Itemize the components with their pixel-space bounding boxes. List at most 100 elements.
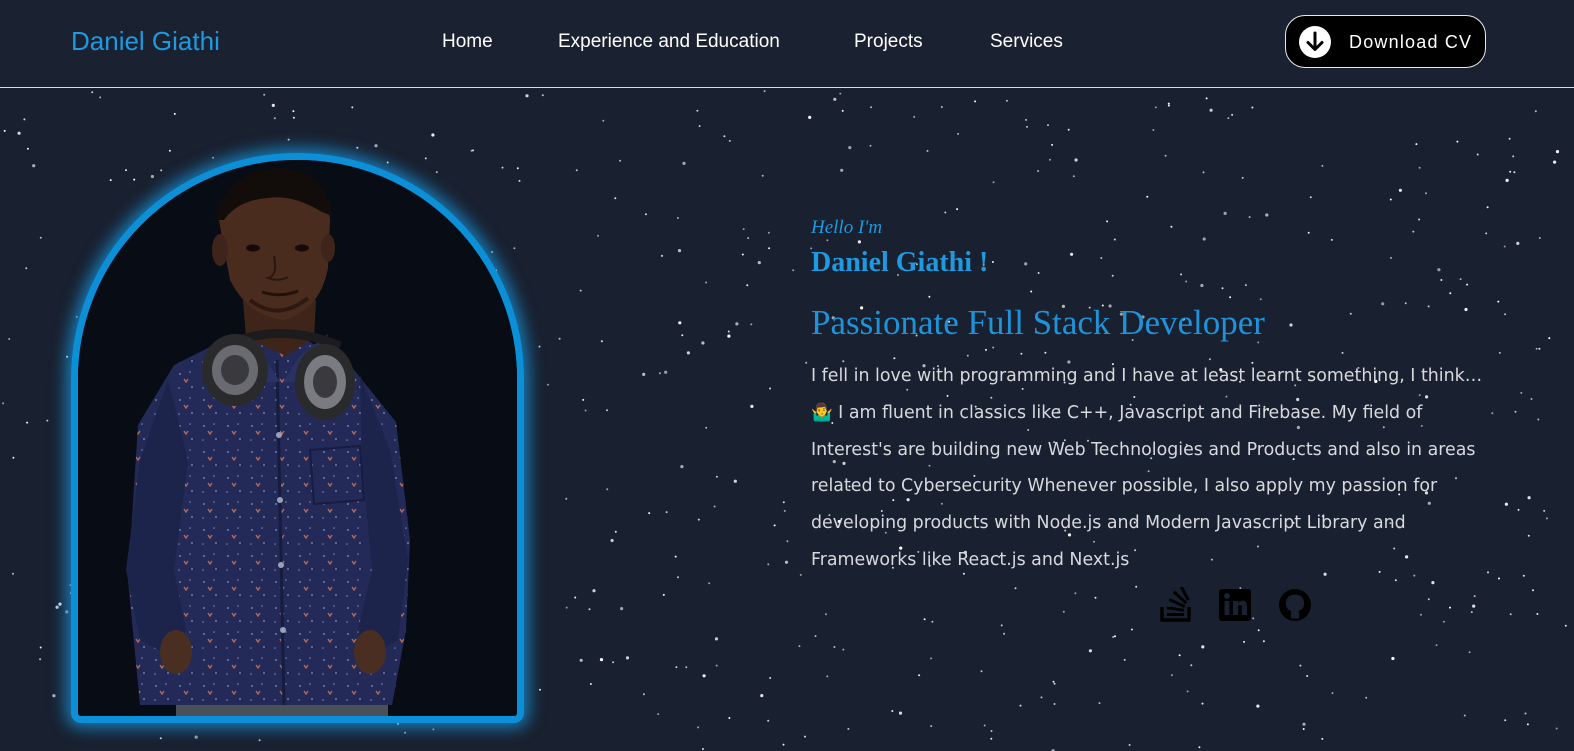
star-dot	[614, 197, 617, 200]
star-dot	[574, 596, 577, 599]
github-icon[interactable]	[1277, 587, 1313, 623]
star-dot	[1498, 351, 1501, 354]
star-dot	[1468, 651, 1471, 654]
star-dot	[1072, 175, 1075, 178]
nav-link-projects[interactable]: Projects	[854, 30, 923, 54]
star-dot	[733, 479, 737, 483]
star-dot	[168, 149, 171, 152]
star-dot	[763, 90, 766, 93]
star-dot	[1321, 164, 1324, 167]
star-dot	[1440, 279, 1443, 281]
star-dot	[782, 743, 785, 746]
star-dot	[750, 404, 754, 408]
star-dot	[698, 125, 701, 128]
star-dot	[840, 168, 844, 172]
star-dot	[662, 593, 665, 596]
star-dot	[1167, 104, 1170, 107]
linkedin-icon[interactable]	[1217, 587, 1253, 623]
star-dot	[1094, 596, 1097, 599]
star-dot	[1418, 166, 1421, 169]
nav-link-services[interactable]: Services	[990, 30, 1063, 54]
star-dot	[404, 731, 407, 734]
star-dot	[682, 161, 686, 165]
hero-role-title: Passionate Full Stack Developer	[811, 303, 1265, 342]
star-dot	[1113, 238, 1116, 241]
star-dot	[1537, 418, 1540, 421]
star-dot	[1209, 108, 1213, 112]
star-dot	[664, 370, 668, 374]
star-dot	[397, 722, 399, 725]
star-dot	[661, 254, 663, 257]
star-dot	[701, 341, 705, 345]
star-dot	[1241, 176, 1244, 179]
star-dot	[565, 606, 568, 609]
star-dot	[1098, 702, 1101, 705]
star-dot	[980, 670, 983, 673]
nav-link-home[interactable]: Home	[442, 30, 493, 54]
star-dot	[735, 322, 739, 326]
star-dot	[1146, 195, 1149, 198]
greeting-text: Hello I'm	[811, 217, 883, 238]
star-dot	[1553, 160, 1557, 164]
star-dot	[783, 509, 786, 512]
star-dot	[619, 159, 622, 162]
star-dot	[1170, 674, 1173, 677]
star-dot	[589, 683, 592, 685]
star-dot	[1466, 283, 1469, 286]
star-dot	[1543, 509, 1546, 512]
hero-bio-paragraph: I fell in love with programming and I ha…	[811, 366, 1483, 570]
star-dot	[1389, 198, 1392, 201]
star-dot	[825, 613, 827, 616]
star-dot	[1251, 106, 1254, 109]
star-dot	[723, 135, 726, 138]
star-dot	[841, 109, 844, 112]
star-dot	[58, 602, 62, 606]
download-cv-button[interactable]: Download CV	[1285, 15, 1486, 68]
star-dot	[1152, 129, 1155, 131]
star-dot	[1321, 737, 1324, 740]
star-dot	[606, 409, 608, 412]
star-dot	[1431, 581, 1435, 585]
star-dot	[798, 645, 801, 648]
star-dot	[588, 608, 591, 611]
star-dot	[1538, 237, 1541, 239]
star-dot	[620, 607, 624, 611]
star-dot	[1548, 337, 1551, 340]
star-dot	[1425, 192, 1427, 195]
star-dot	[17, 131, 21, 135]
star-dot	[1000, 624, 1003, 627]
star-dot	[1306, 675, 1309, 677]
star-dot	[926, 149, 929, 152]
star-dot	[678, 321, 682, 325]
star-dot	[1164, 154, 1167, 157]
star-dot	[1025, 118, 1027, 121]
star-dot	[8, 338, 11, 340]
star-dot	[1535, 347, 1538, 350]
star-dot	[1200, 283, 1204, 288]
star-dot	[773, 524, 776, 527]
star-dot	[697, 726, 700, 729]
star-dot	[1497, 300, 1500, 303]
star-dot	[625, 656, 630, 660]
star-dot	[1508, 137, 1511, 140]
star-dot	[715, 475, 718, 478]
star-dot	[1349, 312, 1352, 315]
star-dot	[1391, 656, 1395, 661]
stack-overflow-icon[interactable]	[1158, 587, 1194, 623]
star-dot	[1530, 398, 1533, 400]
star-dot	[1415, 143, 1418, 146]
nav-link-experience-education[interactable]: Experience and Education	[558, 30, 780, 54]
star-dot	[1449, 292, 1452, 295]
star-dot	[584, 409, 587, 412]
star-dot	[1504, 313, 1507, 316]
star-dot	[1538, 347, 1541, 350]
star-dot	[702, 748, 704, 750]
star-dot	[351, 106, 354, 109]
star-dot	[1522, 574, 1525, 577]
star-dot	[1517, 508, 1520, 511]
star-dot	[1088, 649, 1092, 653]
star-dot	[1044, 351, 1047, 354]
star-dot	[1520, 391, 1523, 394]
brand-logo-link[interactable]: Daniel Giathi	[71, 26, 220, 56]
star-dot	[597, 234, 599, 237]
